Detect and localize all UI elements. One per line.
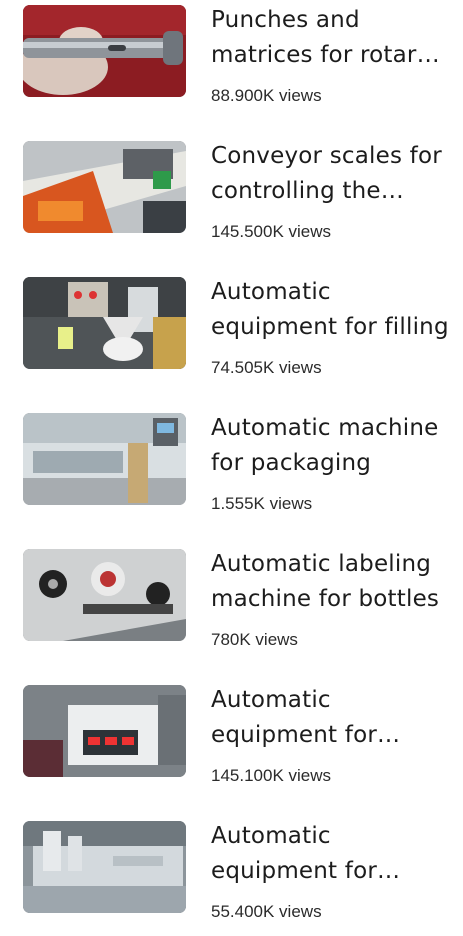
punch-tool-image [23, 5, 186, 97]
video-card[interactable]: Automatic equipment for blister packing … [0, 816, 463, 936]
video-thumbnail[interactable] [23, 141, 186, 233]
video-title[interactable]: Automatic equipment for sealing [211, 683, 451, 753]
video-thumbnail[interactable] [23, 821, 186, 913]
packaging-machine-image [23, 413, 186, 505]
video-card[interactable]: Punches and matrices for rotary tablet p… [0, 0, 463, 120]
view-count: 55.400K views [211, 902, 322, 921]
video-card[interactable]: Automatic equipment for sealing 145.100K… [0, 680, 463, 800]
video-card[interactable]: Conveyor scales for controlling the weig… [0, 136, 463, 256]
video-thumbnail[interactable] [23, 685, 186, 777]
labeling-machine-image [23, 549, 186, 641]
video-title[interactable]: Automatic equipment for filling [211, 275, 451, 345]
view-count: 88.900K views [211, 86, 322, 105]
view-count: 145.500K views [211, 222, 332, 241]
video-thumbnail[interactable] [23, 277, 186, 369]
video-title[interactable]: Automatic machine for packaging [211, 411, 451, 481]
video-card[interactable]: Automatic labeling machine for bottles 7… [0, 544, 463, 664]
video-card[interactable]: Automatic equipment for filling 74.505K … [0, 272, 463, 392]
blister-machine-image [23, 821, 186, 913]
video-title[interactable]: Automatic equipment for blister packing [211, 819, 451, 889]
view-count: 145.100K views [211, 766, 332, 785]
video-title[interactable]: Conveyor scales for controlling the weig… [211, 139, 451, 209]
video-thumbnail[interactable] [23, 413, 186, 505]
view-count: 780K views [211, 630, 298, 649]
video-thumbnail[interactable] [23, 5, 186, 97]
video-title[interactable]: Punches and matrices for rotary tablet p… [211, 3, 451, 73]
view-count: 74.505K views [211, 358, 322, 377]
conveyor-scale-image [23, 141, 186, 233]
video-title[interactable]: Automatic labeling machine for bottles [211, 547, 451, 617]
video-card[interactable]: Automatic machine for packaging 1.555K v… [0, 408, 463, 528]
filling-equipment-image [23, 277, 186, 369]
view-count: 1.555K views [211, 494, 313, 513]
video-thumbnail[interactable] [23, 549, 186, 641]
control-panel-image [23, 685, 186, 777]
